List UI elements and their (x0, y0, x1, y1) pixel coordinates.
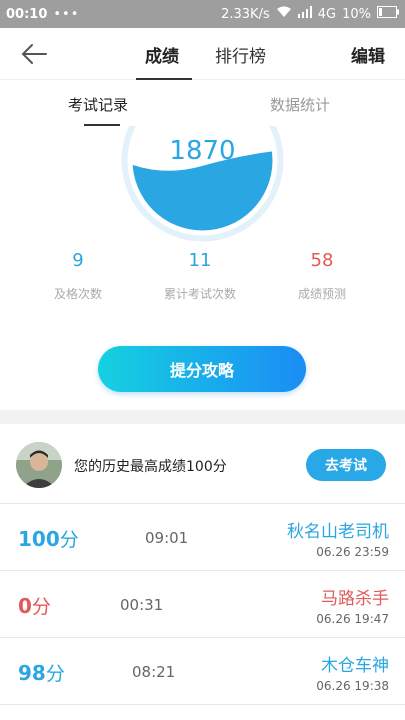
stat-pass-count: 9 及格次数 (18, 250, 138, 302)
best-score-row: 您的历史最高成绩100分 去考试 (0, 424, 405, 504)
record-duration: 09:01 (145, 529, 189, 547)
tab-leaderboard[interactable]: 排行榜 (215, 42, 266, 67)
score-unit: 分 (45, 663, 65, 685)
subtab-statistics[interactable]: 数据统计 (270, 94, 330, 115)
section-divider (0, 410, 405, 424)
record-title: 秋名山老司机 (287, 522, 389, 542)
record-score: 0分 (18, 592, 51, 619)
battery-icon (377, 6, 399, 22)
start-exam-button[interactable]: 去考试 (306, 449, 386, 481)
record-score: 100分 (18, 525, 79, 552)
table-row[interactable]: 98分 08:21 木仓车神 06.26 19:38 (0, 639, 405, 705)
notification-dots: ••• (53, 6, 80, 22)
score-value: 1870 (169, 136, 236, 166)
record-score: 98分 (18, 659, 65, 686)
arrow-left-icon (21, 44, 47, 64)
subtab-bar: 考试记录 数据统计 (0, 80, 405, 126)
record-title: 马路杀手 (321, 589, 389, 609)
signal-icon (297, 6, 312, 22)
record-duration: 00:31 (120, 596, 164, 614)
stat-total-exams: 11 累计考试次数 (140, 250, 260, 302)
score-summary: 1870 9 及格次数 11 累计考试次数 58 成绩预测 提分攻略 (0, 126, 405, 410)
stat-value: 58 (310, 250, 334, 271)
stat-label: 成绩预测 (297, 287, 346, 301)
record-date: 06.26 19:38 (316, 679, 389, 693)
stat-label: 累计考试次数 (163, 287, 236, 301)
score-number: 100 (18, 527, 60, 551)
stat-value: 11 (188, 250, 212, 271)
table-row[interactable]: 100分 09:01 秋名山老司机 06.26 23:59 (0, 505, 405, 571)
back-button[interactable] (18, 40, 50, 68)
record-date: 06.26 19:47 (316, 612, 389, 626)
table-row[interactable]: 0分 00:31 马路杀手 06.26 19:47 (0, 572, 405, 638)
score-number: 98 (18, 661, 46, 685)
stat-value: 9 (72, 250, 84, 271)
top-nav: 成绩 排行榜 编辑 (0, 28, 405, 80)
stat-label: 及格次数 (53, 287, 102, 301)
score-unit: 分 (59, 529, 79, 551)
record-date: 06.26 23:59 (316, 545, 389, 559)
record-title: 木仓车神 (321, 656, 389, 676)
tab-score[interactable]: 成绩 (145, 42, 179, 67)
network-type: 4G (317, 6, 337, 22)
wifi-icon (276, 6, 292, 22)
battery-percent: 10% (342, 6, 371, 22)
status-time: 00:10 (6, 6, 48, 22)
avatar[interactable] (16, 442, 62, 488)
improve-score-button[interactable]: 提分攻略 (98, 346, 306, 392)
stat-predicted-score: 58 成绩预测 (262, 250, 382, 302)
best-score-text: 您的历史最高成绩100分 (74, 459, 227, 475)
subtab-exam-records[interactable]: 考试记录 (68, 94, 128, 115)
status-right: 2.33K/s 4G 10% (221, 6, 399, 22)
status-bar: 00:10 ••• 2.33K/s 4G 10% (0, 0, 405, 28)
score-unit: 分 (31, 596, 51, 618)
network-speed: 2.33K/s (221, 6, 270, 22)
edit-button[interactable]: 编辑 (351, 42, 385, 67)
record-duration: 08:21 (132, 663, 176, 681)
score-number: 0 (18, 594, 32, 618)
